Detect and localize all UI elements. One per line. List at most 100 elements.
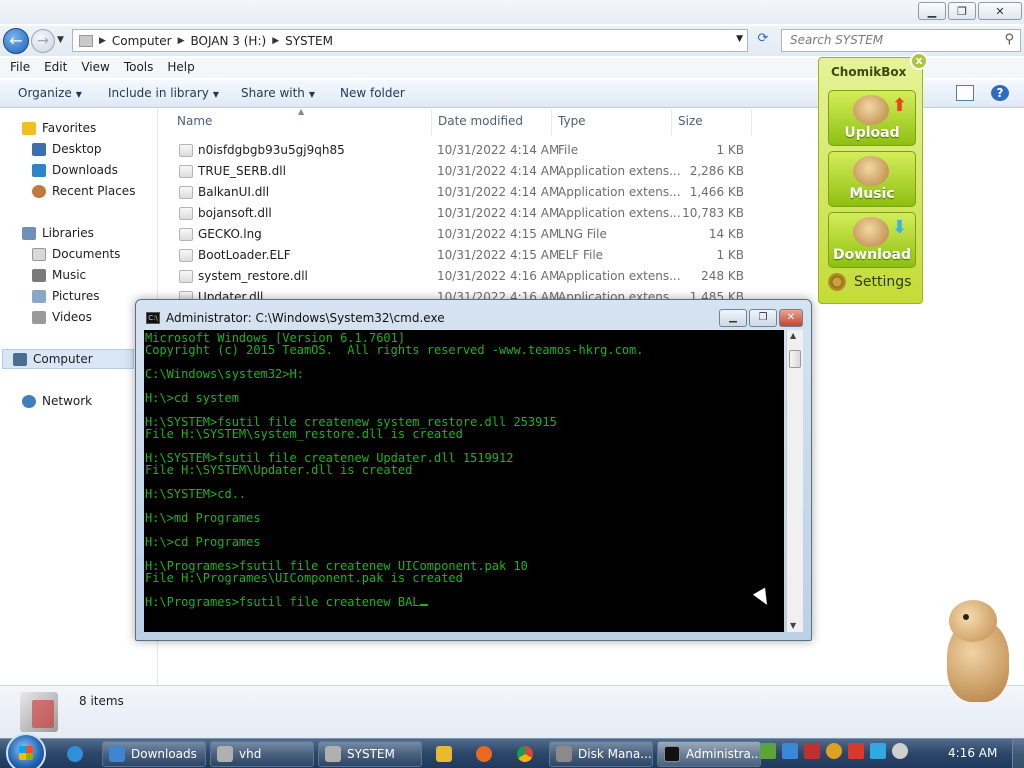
chomikbox-title: ChomikBox	[831, 65, 907, 79]
search-icon[interactable]: ⚲	[1004, 32, 1014, 47]
nav-videos[interactable]: Videos	[32, 310, 92, 324]
dll-file-icon	[179, 207, 193, 220]
nav-computer[interactable]: Computer	[2, 349, 134, 369]
maximize-button[interactable]: ❐	[948, 2, 976, 20]
search-input[interactable]: Search SYSTEM ⚲	[781, 29, 1021, 52]
file-icon	[179, 144, 193, 157]
nav-favorites[interactable]: Favorites	[22, 121, 96, 135]
forward-button[interactable]: →	[31, 29, 55, 53]
column-header-date[interactable]: Date modified	[438, 114, 523, 128]
nav-pictures[interactable]: Pictures	[32, 289, 100, 303]
taskbar-downloads[interactable]: Downloads	[102, 741, 206, 767]
network-tray-icon[interactable]	[782, 743, 798, 759]
close-button[interactable]: ✕	[978, 2, 1022, 20]
drive-icon	[20, 692, 58, 732]
include-in-library-button[interactable]: Include in library ▼	[108, 86, 219, 100]
show-desktop-button[interactable]	[1012, 739, 1024, 768]
scroll-down-icon[interactable]: ▼	[790, 621, 796, 630]
column-header-type[interactable]: Type	[558, 114, 586, 128]
dll-file-icon	[179, 270, 193, 283]
cmd-close-button[interactable]: ✕	[779, 309, 803, 327]
chomikbox-panel: ChomikBox x ⬆ Upload Music ⬇ Download Se…	[818, 52, 928, 304]
cmd-window: C:\ Administrator: C:\Windows\System32\c…	[135, 299, 812, 641]
nav-downloads[interactable]: Downloads	[32, 163, 118, 177]
file-row[interactable]: system_restore.dll 10/31/2022 4:16 AM Ap…	[159, 266, 759, 287]
clock[interactable]: 4:16 AM	[948, 746, 997, 760]
monitor-icon[interactable]	[870, 743, 886, 759]
help-icon[interactable]: ?	[991, 85, 1009, 101]
cmd-title: Administrator: C:\Windows\System32\cmd.e…	[166, 311, 445, 325]
upload-button[interactable]: ⬆ Upload	[828, 90, 916, 146]
search-tray-icon[interactable]	[826, 743, 842, 759]
taskbar-disk-management[interactable]: Disk Mana...	[549, 741, 653, 767]
preview-pane-icon[interactable]	[956, 85, 974, 101]
media-player-icon[interactable]	[436, 746, 452, 762]
text-cursor	[419, 604, 428, 606]
tools-icon[interactable]	[804, 743, 820, 759]
documents-icon	[32, 247, 46, 261]
hamster-icon	[853, 217, 889, 247]
refresh-icon[interactable]: ⟳	[752, 31, 774, 51]
back-button[interactable]: ←	[3, 28, 29, 54]
videos-icon	[32, 310, 46, 324]
folder-icon	[79, 34, 93, 47]
file-icon	[179, 249, 193, 262]
shield-icon[interactable]	[760, 743, 776, 759]
recent-pages-dropdown[interactable]: ▼	[57, 35, 64, 45]
file-row[interactable]: GECKO.lng 10/31/2022 4:15 AM LNG File 14…	[159, 224, 759, 245]
explorer-titlebar: ▁ ❐ ✕	[0, 0, 1024, 24]
breadcrumb-folder[interactable]: SYSTEM	[285, 34, 333, 48]
column-header-name[interactable]: Name	[177, 114, 212, 128]
music-button[interactable]: Music	[828, 151, 916, 207]
file-row[interactable]: n0isfdgbgb93u5gj9qh85 10/31/2022 4:14 AM…	[159, 140, 759, 161]
cmd-minimize-button[interactable]: ▁	[719, 309, 747, 327]
nav-music[interactable]: Music	[32, 268, 86, 282]
nav-desktop[interactable]: Desktop	[32, 142, 102, 156]
hamster-mascot[interactable]	[943, 600, 1015, 706]
file-row[interactable]: BalkanUI.dll 10/31/2022 4:14 AM Applicat…	[159, 182, 759, 203]
scroll-thumb[interactable]	[789, 350, 801, 368]
nav-libraries[interactable]: Libraries	[22, 226, 94, 240]
scroll-up-icon[interactable]: ▲	[790, 331, 796, 340]
item-count: 8 items	[79, 694, 124, 708]
taskbar-administrator-cmd[interactable]: Administra...	[657, 741, 761, 767]
chevron-down-icon[interactable]: ▼	[736, 34, 743, 44]
chomikbox-close-button[interactable]: x	[910, 52, 928, 70]
menu-help[interactable]: Help	[161, 58, 200, 78]
nav-recent-places[interactable]: Recent Places	[32, 184, 135, 198]
column-header-size[interactable]: Size	[678, 114, 703, 128]
command-prompt-line[interactable]: H:\Programes>fsutil file createnew BAL	[145, 596, 784, 608]
chrome-icon[interactable]	[517, 746, 533, 762]
sort-ascending-icon: ▲	[298, 107, 305, 116]
disk-management-icon	[556, 746, 572, 762]
taskbar-system[interactable]: SYSTEM	[318, 741, 422, 767]
organize-button[interactable]: Organize ▼	[18, 86, 82, 100]
internet-explorer-icon[interactable]	[67, 746, 83, 762]
download-button[interactable]: ⬇ Download	[828, 212, 916, 268]
taskbar-vhd[interactable]: vhd	[210, 741, 314, 767]
settings-button[interactable]: Settings	[828, 273, 911, 291]
nav-documents[interactable]: Documents	[32, 247, 120, 261]
file-row[interactable]: TRUE_SERB.dll 10/31/2022 4:14 AM Applica…	[159, 161, 759, 182]
minimize-button[interactable]: ▁	[918, 2, 946, 20]
file-row[interactable]: bojansoft.dll 10/31/2022 4:14 AM Applica…	[159, 203, 759, 224]
volume-icon[interactable]	[892, 743, 908, 759]
breadcrumb-drive[interactable]: BOJAN 3 (H:)	[191, 34, 267, 48]
address-field[interactable]: ▶ Computer ▶ BOJAN 3 (H:) ▶ SYSTEM ▼	[72, 29, 748, 52]
menu-edit[interactable]: Edit	[38, 58, 73, 78]
app-icon[interactable]	[476, 746, 492, 762]
menu-file[interactable]: File	[4, 58, 36, 78]
menu-tools[interactable]: Tools	[118, 58, 160, 78]
share-with-button[interactable]: Share with ▼	[241, 86, 315, 100]
cmd-scrollbar[interactable]: ▲ ▼	[786, 330, 803, 632]
start-button[interactable]	[6, 733, 46, 768]
cmd-maximize-button[interactable]: ❐	[749, 309, 777, 327]
cmd-titlebar: C:\ Administrator: C:\Windows\System32\c…	[146, 311, 445, 325]
new-folder-button[interactable]: New folder	[340, 86, 405, 100]
file-row[interactable]: BootLoader.ELF 10/31/2022 4:15 AM ELF Fi…	[159, 245, 759, 266]
console-output[interactable]: Microsoft Windows [Version 6.1.7601] Cop…	[144, 330, 784, 632]
nav-network[interactable]: Network	[22, 394, 92, 408]
flag-icon[interactable]	[848, 743, 864, 759]
menu-view[interactable]: View	[75, 58, 115, 78]
breadcrumb-computer[interactable]: Computer	[112, 34, 172, 48]
